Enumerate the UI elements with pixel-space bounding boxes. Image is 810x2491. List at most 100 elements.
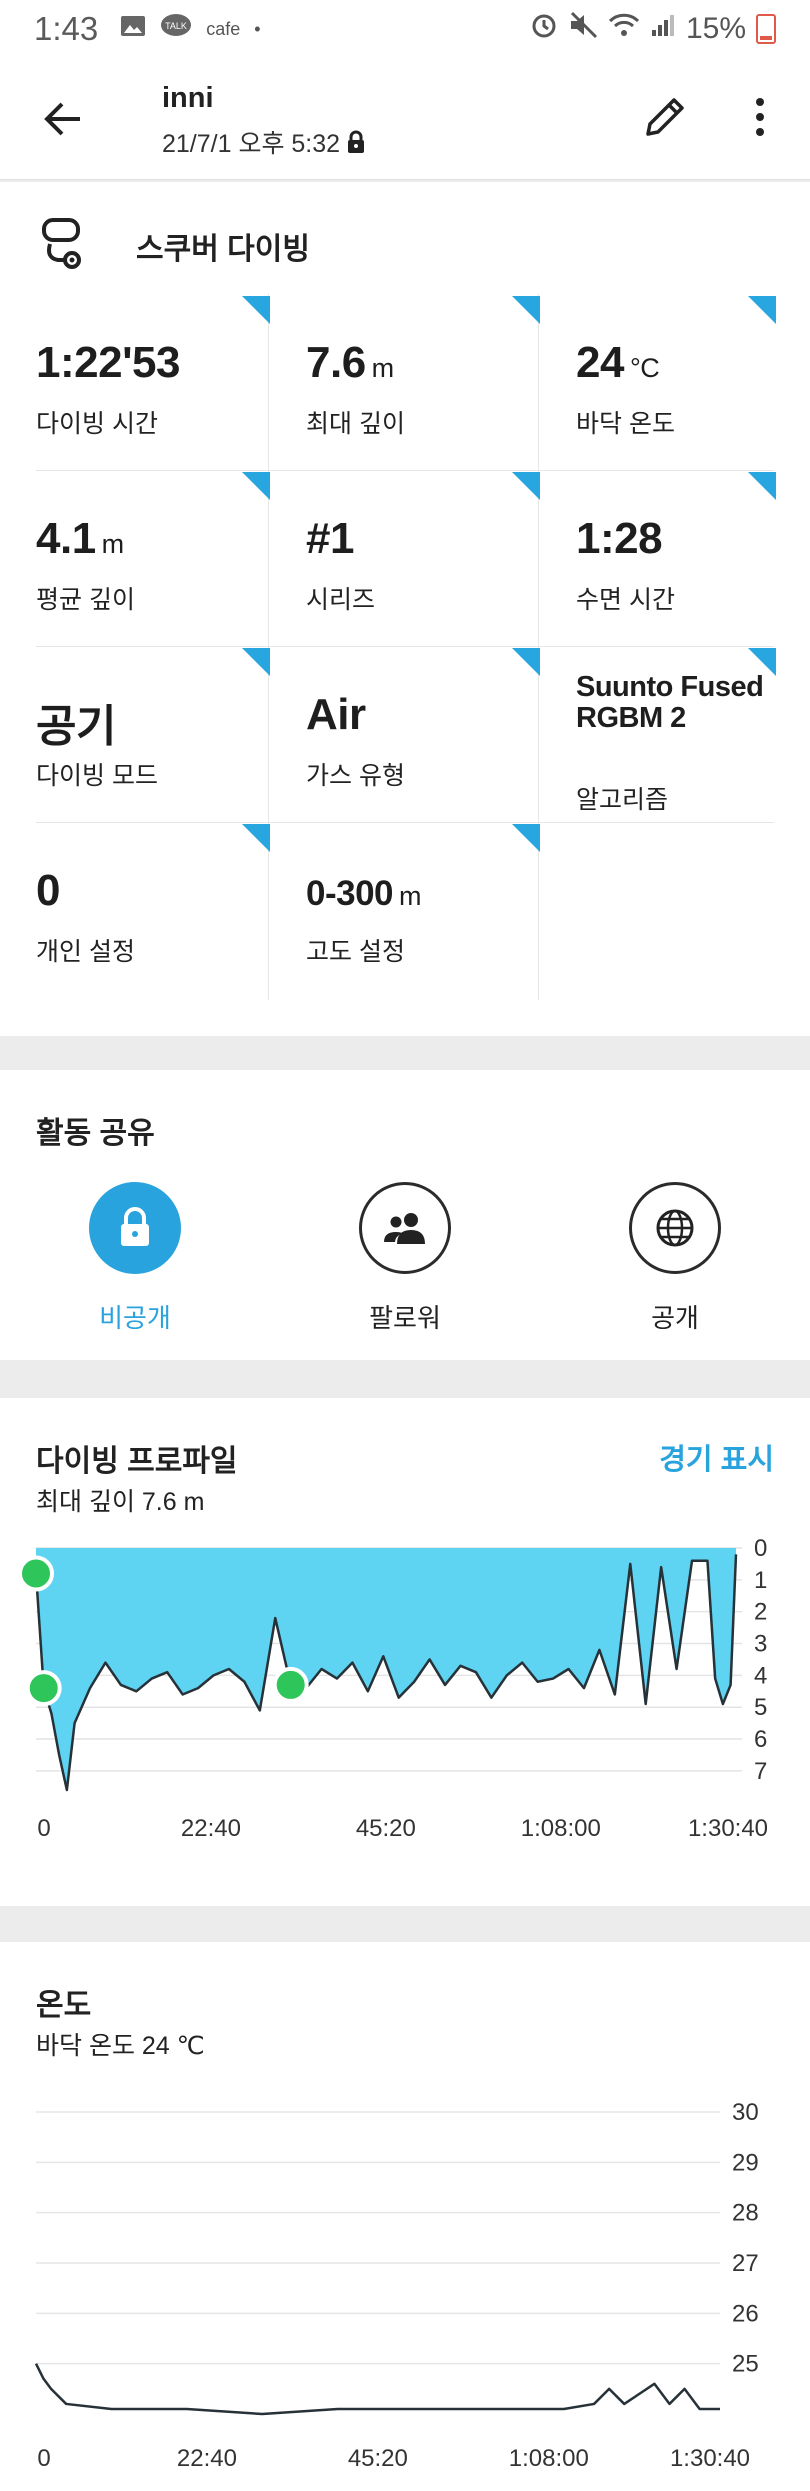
pencil-icon bbox=[646, 98, 684, 136]
status-time: 1:43 bbox=[34, 10, 99, 47]
stat-gas-type[interactable]: Air 가스 유형 bbox=[306, 646, 540, 821]
stat-bottom-temp[interactable]: 24 °C 바닥 온도 bbox=[576, 294, 776, 469]
sport-name: 스쿠버 다이빙 bbox=[136, 233, 310, 266]
share-option-followers[interactable]: 팔로워 bbox=[305, 1182, 505, 1335]
stat-value: 7.6 m bbox=[306, 338, 394, 387]
profile-y-tick: 3 bbox=[754, 1631, 767, 1658]
followers-icon bbox=[359, 1182, 451, 1274]
stat-value: Suunto Fused RGBM 2 bbox=[576, 671, 764, 734]
profile-y-tick: 4 bbox=[754, 1662, 767, 1689]
share-card: 활동 공유 비공개 팔로워 공개 bbox=[0, 1070, 810, 1360]
profile-x-tick: 1:30:40 bbox=[688, 1815, 768, 1842]
corner-indicator bbox=[242, 648, 270, 676]
profile-y-tick: 6 bbox=[754, 1726, 767, 1753]
gallery-icon bbox=[120, 14, 146, 44]
stat-avg-depth[interactable]: 4.1 m 평균 깊이 bbox=[36, 470, 270, 645]
battery-icon bbox=[756, 14, 776, 44]
stat-label: 최대 깊이 bbox=[306, 410, 405, 438]
stat-value: 1:22'53 bbox=[36, 338, 180, 387]
share-option-label: 공개 bbox=[651, 1303, 699, 1333]
temp-line bbox=[34, 2363, 720, 2416]
stat-label: 개인 설정 bbox=[36, 938, 135, 966]
stat-label: 가스 유형 bbox=[306, 762, 405, 790]
profile-marker bbox=[18, 1555, 54, 1592]
profile-area bbox=[36, 1548, 736, 1790]
more-vert-icon bbox=[756, 98, 764, 136]
stat-algorithm[interactable]: Suunto Fused RGBM 2 알고리즘 bbox=[576, 646, 776, 821]
mute-icon bbox=[568, 11, 598, 47]
stat-value: Air bbox=[306, 690, 366, 739]
activity-summary-card: 스쿠버 다이빙 1:22'53 다이빙 시간 7.6 m 최대 깊이 24 °C 바… bbox=[0, 182, 810, 1036]
wifi-icon bbox=[608, 12, 640, 46]
stat-label: 수면 시간 bbox=[576, 586, 675, 614]
temperature-card: 온도 바닥 온도 24 ℃ 30 29 28 27 26 25 0 22:40 45:20 1:0… bbox=[0, 1942, 810, 2491]
temp-x-tick: 0 bbox=[37, 2445, 50, 2472]
corner-indicator bbox=[512, 824, 540, 852]
stat-label: 바닥 온도 bbox=[576, 410, 675, 438]
app-bar: inni 21/7/1 오후 5:32 bbox=[0, 58, 810, 180]
stat-series[interactable]: #1 시리즈 bbox=[306, 470, 540, 645]
temp-x-tick: 1:08:00 bbox=[509, 2445, 589, 2472]
lock-icon bbox=[89, 1182, 181, 1274]
dive-profile-chart[interactable]: 0 1 2 3 4 5 6 7 0 22:40 45:20 1:08:00 1:30:40 bbox=[0, 1398, 810, 1906]
stat-label: 고도 설정 bbox=[306, 938, 405, 966]
profile-x-tick: 0 bbox=[37, 1815, 50, 1842]
temp-x-tick: 1:30:40 bbox=[670, 2445, 750, 2472]
datetime-text: 21/7/1 오후 5:32 bbox=[162, 130, 341, 158]
temp-y-tick: 28 bbox=[732, 2200, 759, 2227]
lock-icon bbox=[346, 130, 366, 161]
stat-altitude-setting[interactable]: 0-300 m 고도 설정 bbox=[306, 822, 540, 997]
scuba-diving-icon bbox=[38, 214, 92, 270]
alarm-icon bbox=[530, 11, 558, 47]
stat-value: 4.1 m bbox=[36, 514, 124, 563]
stat-max-depth[interactable]: 7.6 m 최대 깊이 bbox=[306, 294, 540, 469]
profile-x-tick: 1:08:00 bbox=[521, 1815, 601, 1842]
profile-x-tick: 45:20 bbox=[356, 1815, 416, 1842]
user-name: inni bbox=[162, 82, 214, 114]
talk-icon: TALK bbox=[160, 13, 192, 45]
temp-y-tick: 26 bbox=[732, 2300, 759, 2327]
share-option-private[interactable]: 비공개 bbox=[35, 1182, 235, 1335]
temp-y-tick: 27 bbox=[732, 2250, 759, 2277]
temp-y-tick: 29 bbox=[732, 2149, 759, 2176]
stat-value: 공기 bbox=[36, 702, 116, 751]
corner-indicator bbox=[512, 648, 540, 676]
arrow-left-icon bbox=[44, 102, 80, 136]
stat-dive-time[interactable]: 1:22'53 다이빙 시간 bbox=[36, 294, 270, 469]
corner-indicator bbox=[512, 472, 540, 500]
stat-value: #1 bbox=[306, 514, 354, 563]
share-option-label: 팔로워 bbox=[369, 1303, 441, 1333]
temp-y-tick: 25 bbox=[732, 2351, 759, 2378]
stat-value: 0 bbox=[36, 866, 60, 915]
stat-value: 0-300 m bbox=[306, 874, 422, 913]
signal-icon bbox=[650, 12, 676, 46]
more-options-button[interactable] bbox=[748, 92, 772, 142]
temperature-chart[interactable]: 30 29 28 27 26 25 0 22:40 45:20 1:08:00 1:30:40 bbox=[0, 1942, 810, 2491]
dot-icon: • bbox=[254, 18, 261, 39]
corner-indicator bbox=[242, 472, 270, 500]
corner-indicator bbox=[242, 296, 270, 324]
stat-value: 24 °C bbox=[576, 338, 660, 387]
profile-y-tick: 5 bbox=[754, 1694, 767, 1721]
temp-y-tick: 30 bbox=[732, 2099, 759, 2126]
stat-surface-time[interactable]: 1:28 수면 시간 bbox=[576, 470, 776, 645]
activity-datetime: 21/7/1 오후 5:32 bbox=[162, 124, 366, 161]
temp-x-tick: 45:20 bbox=[348, 2445, 408, 2472]
back-button[interactable] bbox=[40, 96, 86, 142]
stat-label: 시리즈 bbox=[306, 586, 376, 614]
share-option-public[interactable]: 공개 bbox=[575, 1182, 775, 1335]
stat-dive-mode[interactable]: 공기 다이빙 모드 bbox=[36, 646, 270, 821]
edit-button[interactable] bbox=[640, 92, 690, 142]
stat-value: 1:28 bbox=[576, 514, 663, 563]
temp-x-tick: 22:40 bbox=[177, 2445, 237, 2472]
corner-indicator bbox=[512, 296, 540, 324]
profile-y-tick: 0 bbox=[754, 1535, 767, 1562]
corner-indicator bbox=[748, 296, 776, 324]
sport-header: 스쿠버 다이빙 bbox=[0, 182, 810, 294]
profile-marker bbox=[25, 1670, 62, 1707]
profile-x-tick: 22:40 bbox=[181, 1815, 241, 1842]
stat-personal-setting[interactable]: 0 개인 설정 bbox=[36, 822, 270, 997]
globe-icon bbox=[629, 1182, 721, 1274]
profile-marker bbox=[272, 1666, 309, 1703]
status-bar: 1:43 TALK cafe • 15% bbox=[0, 0, 810, 58]
